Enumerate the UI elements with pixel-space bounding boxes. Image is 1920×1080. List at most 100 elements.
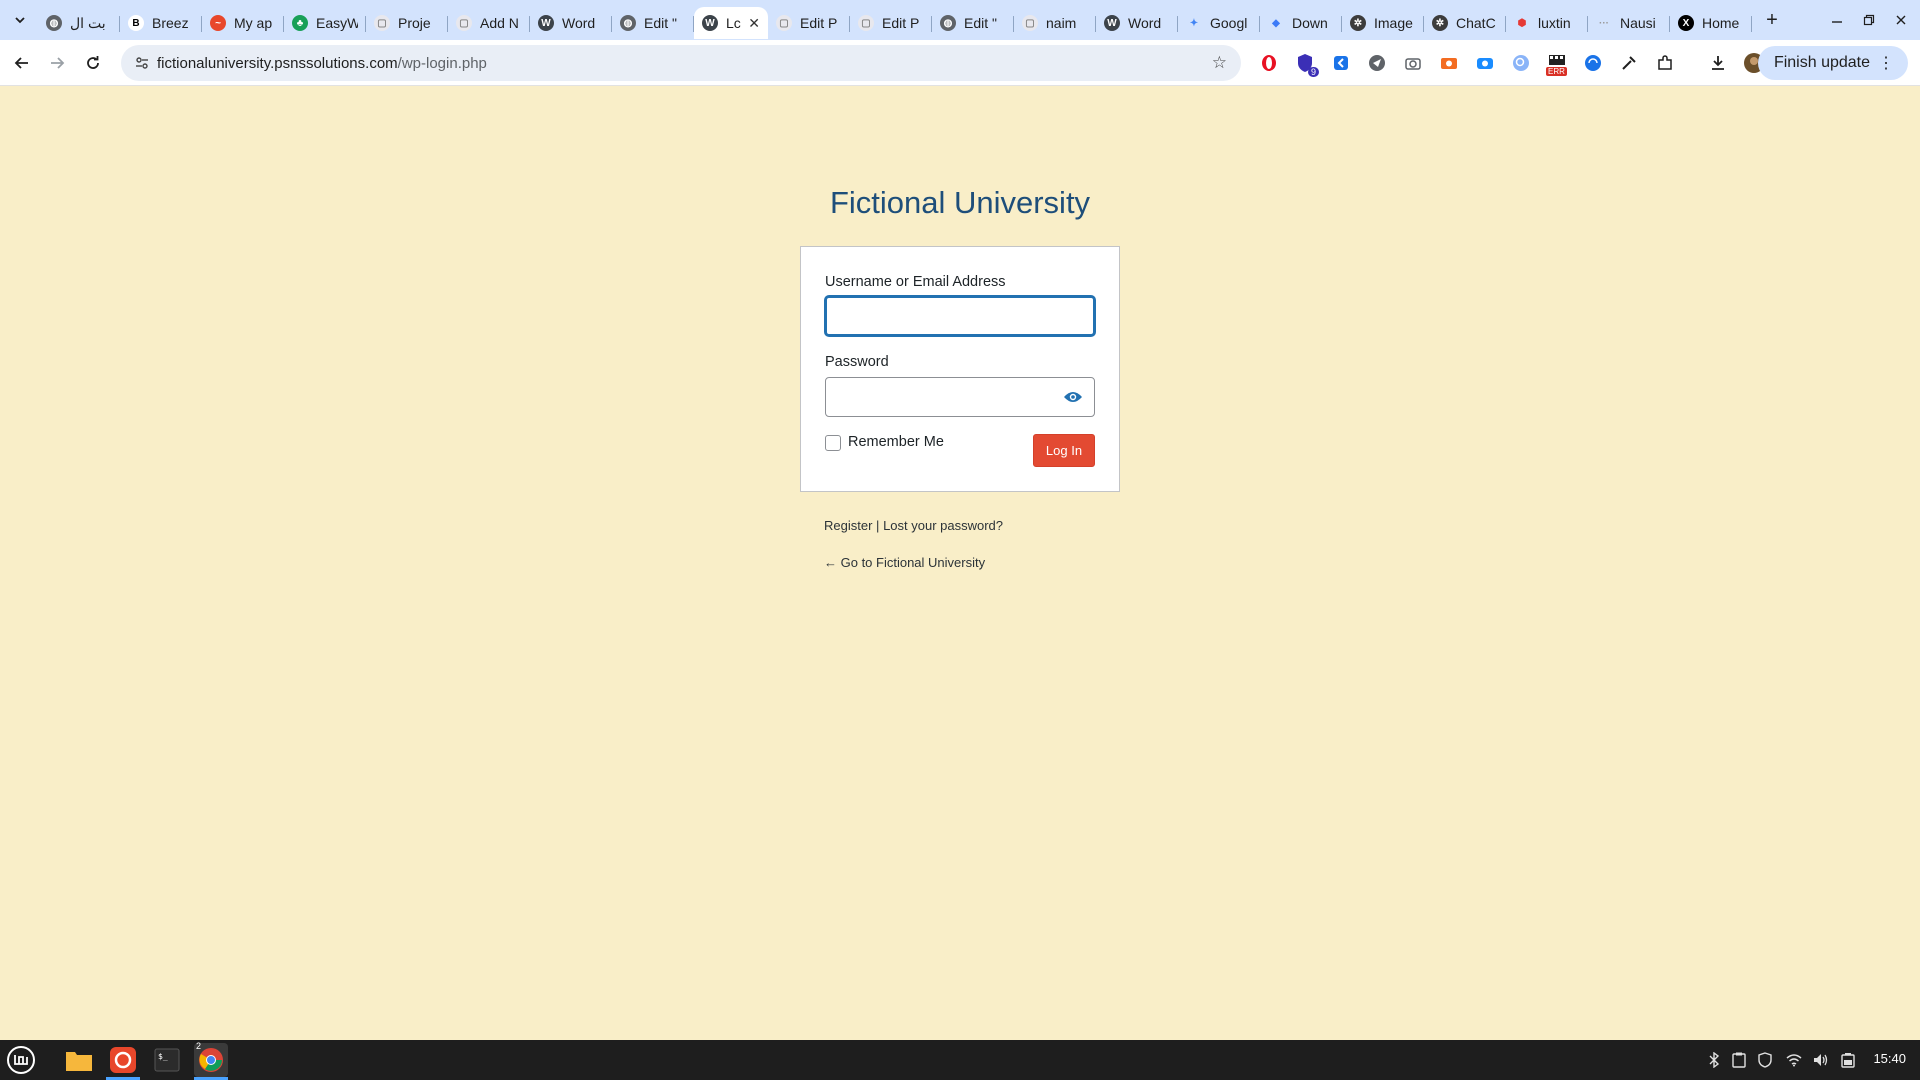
chrome-icon[interactable]: 2 xyxy=(194,1041,228,1077)
back-to-site-link[interactable]: ← Go to Fictional University xyxy=(824,555,985,570)
tab-close-icon[interactable]: ✕ xyxy=(748,15,760,32)
arrow-right-icon xyxy=(51,57,65,69)
tab[interactable]: ▢ naim xyxy=(1014,7,1096,39)
error-extension-icon[interactable]: ERR xyxy=(1545,51,1569,76)
openai-icon: ✲ xyxy=(1350,15,1366,31)
wordpress-icon: W xyxy=(538,15,554,31)
terminal-icon[interactable]: $_ xyxy=(150,1043,184,1077)
dropbox-icon: ◆ xyxy=(1272,17,1280,29)
tab-label: Edit " xyxy=(644,15,677,31)
tab[interactable]: ◍ بت ال xyxy=(38,7,120,39)
ublock-extension-icon[interactable]: 9 xyxy=(1293,51,1319,77)
tab[interactable]: ▢ Edit P xyxy=(850,7,932,39)
gemini-icon: ✦ xyxy=(1189,17,1199,29)
minimize-button[interactable] xyxy=(1820,0,1854,40)
screenshot-extension-icon[interactable] xyxy=(1473,51,1497,75)
eyedropper-extension-icon[interactable] xyxy=(1617,51,1641,75)
bookmark-star-icon[interactable]: ☆ xyxy=(1212,53,1227,73)
tab[interactable]: ✦ Googl xyxy=(1178,7,1260,39)
tab[interactable]: B Breez xyxy=(120,7,202,39)
wifi-icon[interactable] xyxy=(1784,1050,1804,1070)
username-label: Username or Email Address xyxy=(825,274,1006,290)
tab-label: EasyW xyxy=(316,15,358,31)
page-icon: ▢ xyxy=(1022,15,1038,31)
site-info-icon[interactable] xyxy=(127,55,157,71)
login-form: Username or Email Address Password Remem… xyxy=(800,246,1120,492)
site-title-link[interactable]: Fictional University xyxy=(0,185,1920,221)
show-password-eye-icon[interactable] xyxy=(1061,386,1085,408)
wordpress-icon: W xyxy=(1104,15,1120,31)
shield-tray-icon[interactable] xyxy=(1755,1050,1775,1070)
page-icon: ▢ xyxy=(858,15,874,31)
username-input[interactable] xyxy=(825,296,1095,336)
tab[interactable]: ✲ ChatC xyxy=(1424,7,1506,39)
page-icon: ▢ xyxy=(374,15,390,31)
reload-button[interactable] xyxy=(76,46,110,80)
tab[interactable]: W Word xyxy=(1096,7,1178,39)
tab[interactable]: ··· Nausi xyxy=(1588,7,1670,39)
tab-label: luxtin xyxy=(1538,15,1571,31)
tab[interactable]: W Word xyxy=(530,7,612,39)
url-text: fictionaluniversity.psnssolutions.com/wp… xyxy=(157,55,487,72)
files-icon[interactable] xyxy=(62,1043,96,1077)
url-path: /wp-login.php xyxy=(397,54,487,72)
tab[interactable]: X Home xyxy=(1670,7,1752,39)
firefox-icon[interactable] xyxy=(106,1043,140,1077)
tab[interactable]: ♣ EasyW xyxy=(284,7,366,39)
arrow-left-icon xyxy=(14,57,28,69)
opera-extension-icon[interactable] xyxy=(1257,51,1281,75)
tab-search-button[interactable] xyxy=(6,6,34,34)
log-in-button[interactable]: Log In xyxy=(1033,434,1095,467)
tab-label: Word xyxy=(1128,15,1162,31)
browser-toolbar: fictionaluniversity.psnssolutions.com/wp… xyxy=(0,40,1920,86)
tab-label: Edit P xyxy=(882,15,920,31)
puzzle-extensions-icon[interactable] xyxy=(1653,51,1677,75)
tab-label: Add N xyxy=(480,15,519,31)
lost-password-link[interactable]: Lost your password? xyxy=(883,518,1003,533)
forward-button[interactable] xyxy=(40,46,74,80)
tab[interactable]: ✲ Image xyxy=(1342,7,1424,39)
sync-extension-icon[interactable] xyxy=(1581,51,1605,75)
record-extension-icon[interactable] xyxy=(1437,51,1461,75)
tab[interactable]: ~ My ap xyxy=(202,7,284,39)
globe-icon: ◍ xyxy=(940,15,956,31)
tab[interactable]: ◍ Edit " xyxy=(612,7,694,39)
page-icon: ▢ xyxy=(776,15,792,31)
clock[interactable]: 15:40 xyxy=(1873,1051,1906,1066)
finish-update-button[interactable]: Finish update ⋮ xyxy=(1757,46,1908,80)
tab[interactable]: ⬢ luxtin xyxy=(1506,7,1588,39)
extension-badge: 9 xyxy=(1307,67,1319,77)
tab[interactable]: ▢ Add N xyxy=(448,7,530,39)
send-extension-icon[interactable] xyxy=(1365,51,1389,75)
dots-icon: ··· xyxy=(1599,17,1609,29)
restore-button[interactable] xyxy=(1852,0,1886,40)
mint-menu-icon[interactable] xyxy=(4,1043,38,1077)
clipboard-icon[interactable] xyxy=(1729,1050,1749,1070)
tab[interactable]: ▢ Edit P xyxy=(768,7,850,39)
chevron-down-icon xyxy=(15,17,25,24)
address-bar[interactable]: fictionaluniversity.psnssolutions.com/wp… xyxy=(121,45,1241,81)
bluetooth-icon[interactable] xyxy=(1704,1050,1724,1070)
register-link[interactable]: Register xyxy=(824,518,872,533)
password-input[interactable] xyxy=(825,377,1095,417)
battery-icon[interactable] xyxy=(1838,1050,1858,1070)
kiwi-extension-icon[interactable] xyxy=(1329,51,1353,75)
tab-active[interactable]: W Lc ✕ xyxy=(694,7,768,39)
volume-icon[interactable] xyxy=(1811,1050,1831,1070)
new-tab-button[interactable]: + xyxy=(1758,6,1786,34)
kebab-menu-icon: ⋮ xyxy=(1878,55,1894,72)
camera-extension-icon[interactable] xyxy=(1401,51,1425,75)
close-window-button[interactable] xyxy=(1884,0,1918,40)
download-icon[interactable] xyxy=(1706,51,1730,75)
remember-me-checkbox[interactable] xyxy=(825,435,841,451)
tab-label: Edit P xyxy=(800,15,838,31)
remember-me-label[interactable]: Remember Me xyxy=(848,434,944,450)
tab-label: Nausi xyxy=(1620,15,1656,31)
x-icon: X xyxy=(1678,15,1694,31)
back-button[interactable] xyxy=(5,46,39,80)
tab-label: naim xyxy=(1046,15,1077,31)
tab[interactable]: ◍ Edit " xyxy=(932,7,1014,39)
lens-extension-icon[interactable] xyxy=(1509,51,1533,75)
tab[interactable]: ▢ Proje xyxy=(366,7,448,39)
tab[interactable]: ◆ Down xyxy=(1260,7,1342,39)
